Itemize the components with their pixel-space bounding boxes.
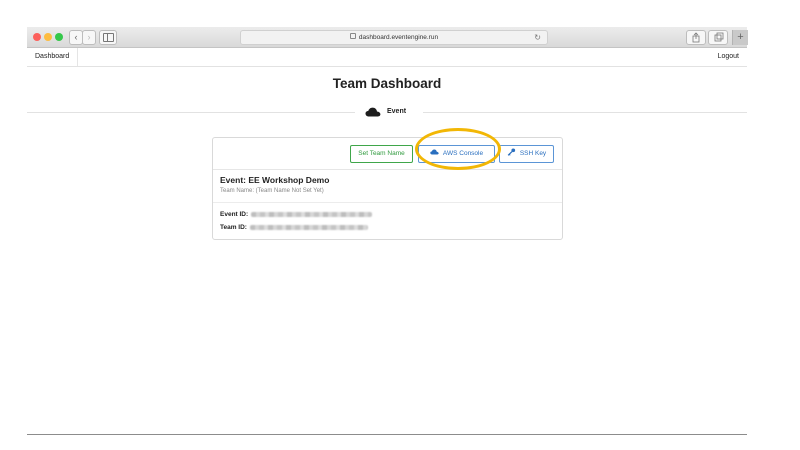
set-team-name-label: Set Team Name (358, 150, 405, 157)
url-text: dashboard.eventengine.run (358, 34, 439, 41)
card-header: Event: EE Workshop Demo Team Name: (Team… (213, 169, 562, 203)
event-name: Event: EE Workshop Demo (220, 175, 330, 185)
team-id-label: Team ID: (220, 224, 247, 231)
team-name: Team Name: (Team Name Not Set Yet) (220, 188, 324, 194)
section-label: Event (387, 108, 407, 115)
divider-line-left (27, 112, 355, 113)
logout-link[interactable]: Logout (718, 48, 739, 66)
sidebar-toggle-button[interactable] (99, 30, 117, 45)
team-id-value-redacted (249, 224, 368, 230)
app-navbar: Dashboard Logout (27, 48, 747, 67)
browser-window: ‹ › dashboard.eventengine.run ↻ + Dashbo… (27, 27, 748, 435)
chevron-right-icon: › (87, 32, 91, 42)
event-card: Set Team Name AWS Console SSH Key Event:… (212, 137, 563, 240)
aws-console-button[interactable]: AWS Console (418, 145, 495, 163)
minimize-window-button[interactable] (44, 33, 52, 41)
share-button[interactable] (686, 30, 706, 45)
ssh-key-label: SSH Key (519, 150, 547, 157)
new-tab-button[interactable]: + (732, 30, 748, 45)
card-actions: Set Team Name AWS Console SSH Key (213, 138, 562, 170)
ssh-key-button[interactable]: SSH Key (499, 145, 554, 163)
forward-button[interactable]: › (82, 30, 96, 45)
sidebar-icon (103, 33, 114, 42)
chevron-left-icon: ‹ (74, 32, 78, 42)
aws-console-label: AWS Console (442, 150, 484, 157)
cloud-icon (365, 107, 381, 117)
page-title: Team Dashboard (332, 76, 442, 91)
section-divider: Event (27, 106, 747, 118)
back-button[interactable]: ‹ (69, 30, 83, 45)
event-id-label: Event ID: (220, 211, 249, 218)
tabs-icon (714, 32, 724, 42)
share-icon (692, 32, 700, 43)
browser-toolbar: ‹ › dashboard.eventengine.run ↻ + (27, 27, 748, 48)
team-id-row: Team ID: (220, 223, 368, 232)
set-team-name-button[interactable]: Set Team Name (350, 145, 413, 163)
reload-icon[interactable]: ↻ (534, 31, 541, 44)
address-bar[interactable]: dashboard.eventengine.run ↻ (240, 30, 548, 45)
divider-line-right (423, 112, 747, 113)
url-display: dashboard.eventengine.run (241, 31, 547, 44)
show-tabs-button[interactable] (708, 30, 728, 45)
dashboard-link[interactable]: Dashboard (27, 48, 79, 66)
card-body: Event ID: Team ID: (213, 202, 562, 239)
cloud-icon (430, 149, 439, 155)
lock-icon (349, 33, 356, 39)
event-id-row: Event ID: (220, 210, 373, 219)
maximize-window-button[interactable] (55, 33, 63, 41)
close-window-button[interactable] (33, 33, 41, 41)
key-icon (507, 148, 515, 156)
event-id-value-redacted (251, 211, 373, 217)
